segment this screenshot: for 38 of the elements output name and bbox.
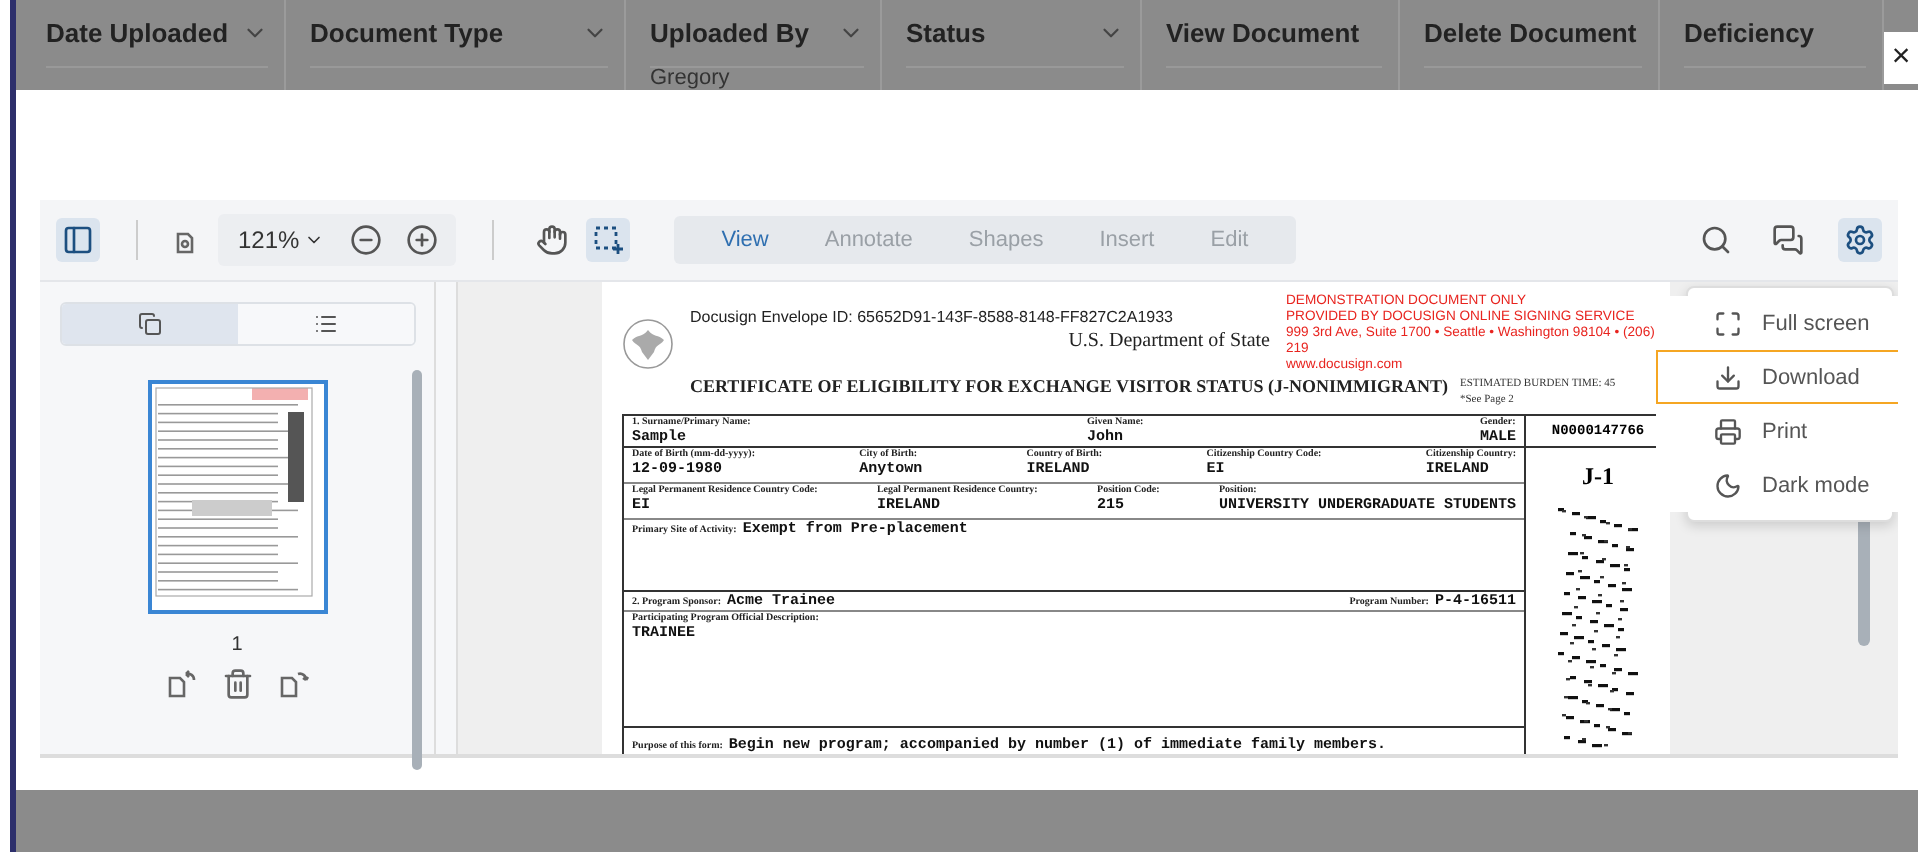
close-button[interactable]: × bbox=[1884, 32, 1918, 84]
column-header[interactable]: View Document bbox=[1166, 0, 1382, 68]
comments-icon bbox=[1772, 224, 1804, 256]
mode-tab[interactable]: View bbox=[693, 228, 797, 252]
moon-icon bbox=[1714, 471, 1742, 499]
page-number: 1 bbox=[231, 634, 243, 656]
column-header[interactable]: Document Type bbox=[310, 0, 608, 68]
sidebar-tab[interactable] bbox=[61, 304, 237, 344]
scrollbar[interactable] bbox=[412, 370, 422, 770]
seal-icon bbox=[622, 318, 674, 370]
column-header[interactable]: Date Uploaded bbox=[46, 0, 268, 68]
printer-icon bbox=[1714, 417, 1742, 445]
page-thumbnail[interactable] bbox=[147, 380, 327, 614]
menu-item[interactable]: Download bbox=[1656, 350, 1898, 404]
hand-icon bbox=[535, 224, 568, 256]
visa-type: J-1 bbox=[1582, 462, 1614, 492]
delete-icon[interactable] bbox=[221, 668, 253, 700]
sidebar-icon bbox=[62, 224, 94, 256]
rotate-left-icon[interactable] bbox=[165, 668, 197, 700]
department-name: U.S. Department of State bbox=[1066, 330, 1270, 352]
column-header[interactable]: Uploaded By bbox=[650, 0, 864, 68]
tool-button[interactable] bbox=[1838, 218, 1882, 262]
column-header[interactable]: Status bbox=[906, 0, 1124, 68]
menu-item[interactable]: Print bbox=[1656, 404, 1898, 458]
envelope-id: Docusign Envelope ID: 65652D91-143F-8588-8148-FF827C2A1933 bbox=[690, 308, 1175, 326]
thumbnails-icon bbox=[137, 312, 161, 336]
search-icon bbox=[1700, 224, 1732, 256]
column-header[interactable]: Delete Document bbox=[1424, 0, 1642, 68]
sidebar-toggle-button[interactable] bbox=[56, 218, 100, 262]
fullscreen-icon bbox=[1714, 309, 1742, 337]
column-header[interactable]: Deficiency bbox=[1684, 0, 1866, 68]
selection-icon bbox=[591, 224, 624, 256]
download-icon bbox=[1714, 363, 1742, 391]
settings-icon bbox=[1844, 224, 1876, 256]
table-cell-text: Gregory bbox=[650, 68, 732, 90]
form-title: CERTIFICATE OF ELIGIBILITY FOR EXCHANGE VISITOR STATUS (J-NONIMMIGRANT) bbox=[690, 376, 1448, 396]
rotate-right-icon[interactable] bbox=[277, 668, 309, 700]
tool-button[interactable] bbox=[585, 218, 630, 262]
